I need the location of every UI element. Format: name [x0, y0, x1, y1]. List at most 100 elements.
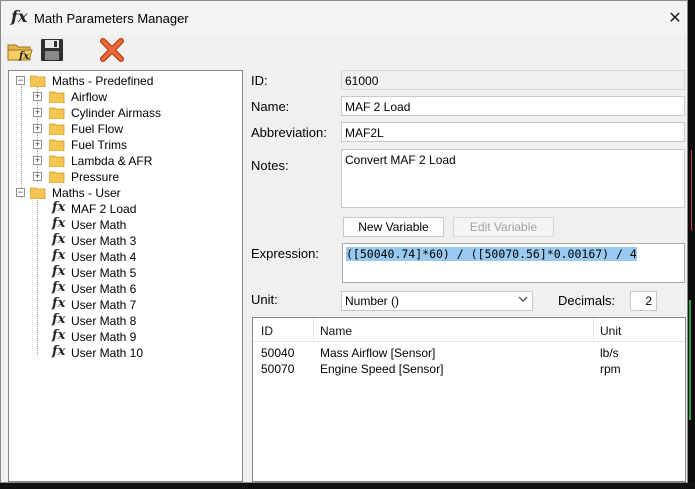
collapse-toggle[interactable]: − — [16, 76, 25, 85]
red-x-icon — [100, 38, 124, 62]
table-header: ID Name Unit — [253, 318, 685, 342]
tree-label: Maths - User — [52, 186, 121, 200]
fx-icon: fx — [52, 216, 66, 231]
unit-selected-value: Number () — [345, 294, 400, 308]
tree-node-airflow[interactable]: + Airflow — [9, 89, 239, 105]
tree-node-user-math-9[interactable]: fx User Math 9 — [9, 328, 239, 345]
expand-toggle[interactable]: + — [33, 124, 42, 133]
tree-node-cylinder-airmass[interactable]: + Cylinder Airmass — [9, 105, 239, 121]
tree-node-user-math-4[interactable]: fx User Math 4 — [9, 248, 239, 265]
expression-text: ([50040.74]*60) / ([50070.56]*0.00167) /… — [346, 247, 637, 261]
cell-name: Mass Airflow [Sensor] — [320, 346, 436, 360]
tree-label: Airflow — [71, 90, 108, 104]
name-input[interactable]: MAF 2 Load — [341, 96, 685, 116]
tree-label: Pressure — [71, 170, 120, 184]
folder-icon — [49, 171, 65, 183]
tree-node-maf-2-load[interactable]: fx MAF 2 Load — [9, 200, 239, 217]
abbreviation-label: Abbreviation: — [251, 125, 327, 140]
title-bar[interactable]: fx Math Parameters Manager ✕ — [1, 1, 687, 35]
save-button[interactable] — [39, 37, 67, 63]
tree-node-user-math-10[interactable]: fx User Math 10 — [9, 344, 239, 361]
tree-label: Lambda & AFR — [71, 154, 153, 168]
variables-table[interactable]: ID Name Unit 50040 Mass Airflow [Sensor]… — [252, 317, 686, 482]
column-header-id[interactable]: ID — [261, 324, 273, 338]
tree-node-user-math-6[interactable]: fx User Math 6 — [9, 280, 239, 297]
unit-dropdown[interactable]: Number () — [341, 291, 533, 311]
edit-variable-button[interactable]: Edit Variable — [453, 217, 554, 237]
tree-label: User Math 5 — [71, 266, 137, 280]
tree-label: Cylinder Airmass — [71, 106, 162, 120]
tree-label: User Math 7 — [71, 298, 137, 312]
tree-label: User Math 9 — [71, 330, 137, 344]
tree-node-pressure[interactable]: + Pressure — [9, 169, 239, 185]
column-divider[interactable] — [313, 318, 314, 342]
expand-toggle[interactable]: + — [33, 140, 42, 149]
window-title: Math Parameters Manager — [34, 11, 189, 26]
collapse-toggle[interactable]: − — [16, 188, 25, 197]
tree-node-maths-predefined[interactable]: − Maths - Predefined — [9, 73, 239, 89]
decimals-label: Decimals: — [558, 293, 616, 308]
expand-toggle[interactable]: + — [33, 172, 42, 181]
decimals-input[interactable]: 2 — [630, 291, 657, 311]
tree-node-user-math-3[interactable]: fx User Math 3 — [9, 232, 239, 249]
id-label: ID: — [251, 73, 268, 88]
abbreviation-input[interactable]: MAF2L — [341, 122, 685, 142]
tree-label: User Math 6 — [71, 282, 137, 296]
cell-unit: lb/s — [600, 346, 619, 360]
fx-icon: fx — [52, 328, 66, 343]
tree-node-user-math-5[interactable]: fx User Math 5 — [9, 264, 239, 281]
folder-icon — [49, 107, 65, 119]
folder-open-icon — [30, 75, 46, 87]
tree-label: Fuel Trims — [71, 138, 128, 152]
tree-node-user-math-7[interactable]: fx User Math 7 — [9, 296, 239, 313]
tree-label: User Math — [71, 218, 127, 232]
background-desktop-strip — [688, 0, 695, 489]
expression-input[interactable]: ([50040.74]*60) / ([50070.56]*0.00167) /… — [342, 243, 685, 283]
table-row[interactable]: 50070 Engine Speed [Sensor] rpm — [253, 360, 685, 376]
table-row[interactable]: 50040 Mass Airflow [Sensor] lb/s — [253, 344, 685, 360]
cell-id: 50070 — [261, 362, 295, 376]
delete-button[interactable] — [98, 37, 126, 63]
fx-icon: fx — [52, 264, 66, 279]
tree-label: User Math 4 — [71, 250, 137, 264]
floppy-disk-icon — [41, 39, 63, 61]
chevron-down-icon — [518, 294, 528, 307]
folder-icon — [49, 123, 65, 135]
close-icon: ✕ — [668, 10, 682, 27]
tree-node-fuel-trims[interactable]: + Fuel Trims — [9, 137, 239, 153]
tree-label: User Math 10 — [71, 346, 144, 360]
fx-icon: fx — [52, 312, 66, 327]
fx-icon: fx — [52, 232, 66, 247]
column-header-name[interactable]: Name — [320, 324, 352, 338]
expand-toggle[interactable]: + — [33, 92, 42, 101]
expand-toggle[interactable]: + — [33, 108, 42, 117]
tree-label: Maths - Predefined — [52, 74, 154, 88]
notes-textarea[interactable]: Convert MAF 2 Load — [341, 149, 685, 208]
tree-label: User Math 8 — [71, 314, 137, 328]
tree-node-user-math[interactable]: fx User Math — [9, 216, 239, 233]
unit-label: Unit: — [251, 292, 278, 307]
column-header-unit[interactable]: Unit — [600, 324, 621, 338]
tree-node-user-math-8[interactable]: fx User Math 8 — [9, 312, 239, 329]
tree-label: Fuel Flow — [71, 122, 124, 136]
tree-node-maths-user[interactable]: − Maths - User — [9, 185, 239, 201]
fx-app-icon: fx — [11, 7, 28, 26]
folder-fx-icon: fx — [7, 44, 33, 62]
tree-node-lambda-afr[interactable]: + Lambda & AFR — [9, 153, 239, 169]
toolbar: fx — [1, 35, 687, 65]
cell-name: Engine Speed [Sensor] — [320, 362, 444, 376]
cell-id: 50040 — [261, 346, 295, 360]
notes-label: Notes: — [251, 158, 289, 173]
name-label: Name: — [251, 99, 290, 114]
tree-label: User Math 3 — [71, 234, 137, 248]
open-button[interactable]: fx — [6, 37, 34, 63]
expand-toggle[interactable]: + — [33, 156, 42, 165]
tree-node-fuel-flow[interactable]: + Fuel Flow — [9, 121, 239, 137]
close-button[interactable]: ✕ — [663, 7, 687, 29]
parameters-tree[interactable]: − Maths - Predefined + Airflow + Cylinde… — [8, 70, 243, 482]
fx-icon: fx — [52, 344, 66, 359]
fx-icon: fx — [52, 280, 66, 295]
column-divider[interactable] — [593, 318, 594, 342]
new-variable-button[interactable]: New Variable — [343, 217, 444, 237]
svg-text:fx: fx — [18, 51, 30, 62]
